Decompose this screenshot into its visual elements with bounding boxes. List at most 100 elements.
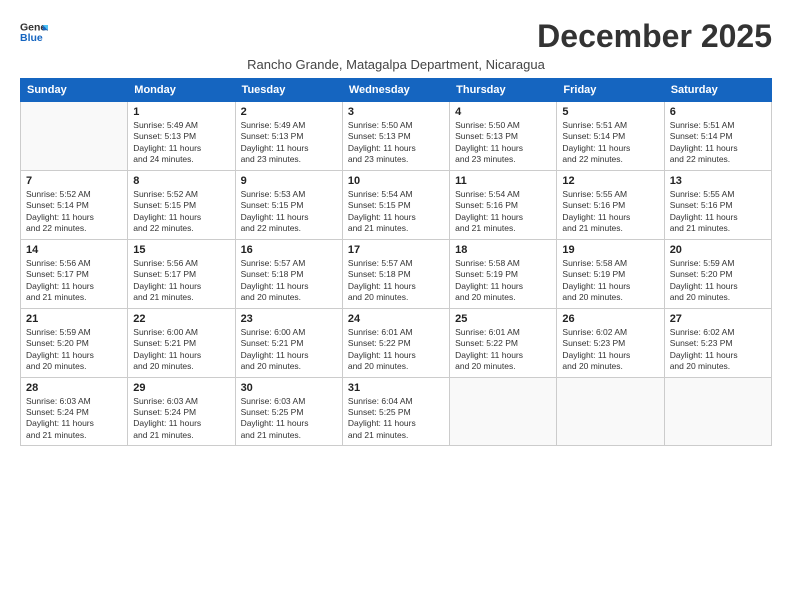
day-number: 29 bbox=[133, 382, 229, 394]
day-info: Sunrise: 6:01 AM Sunset: 5:22 PM Dayligh… bbox=[348, 327, 444, 373]
calendar-cell: 20Sunrise: 5:59 AM Sunset: 5:20 PM Dayli… bbox=[664, 239, 771, 308]
calendar-cell: 10Sunrise: 5:54 AM Sunset: 5:15 PM Dayli… bbox=[342, 170, 449, 239]
header: General Blue December 2025 bbox=[20, 18, 772, 55]
day-info: Sunrise: 6:01 AM Sunset: 5:22 PM Dayligh… bbox=[455, 327, 551, 373]
calendar-cell bbox=[21, 102, 128, 171]
day-info: Sunrise: 6:03 AM Sunset: 5:24 PM Dayligh… bbox=[26, 396, 122, 442]
calendar: Sunday Monday Tuesday Wednesday Thursday… bbox=[20, 78, 772, 446]
calendar-week-3: 14 Sunrise: 5:56 AM Sunset: 5:17 PM Dayli… bbox=[21, 239, 772, 308]
day-info: Sunrise: 5:50 AM Sunset: 5:13 PM Dayligh… bbox=[348, 120, 444, 166]
calendar-cell: 4 Sunrise: 5:50 AM Sunset: 5:13 PM Daylig… bbox=[450, 102, 557, 171]
day-number: 21 bbox=[26, 313, 122, 325]
day-info: Sunrise: 5:53 AM Sunset: 5:15 PM Dayligh… bbox=[241, 189, 337, 235]
day-number: 18 bbox=[455, 244, 551, 256]
day-info: Sunrise: 5:49 AM Sunset: 5:13 PM Dayligh… bbox=[133, 120, 229, 166]
calendar-cell: 5 Sunrise: 5:51 AM Sunset: 5:14 PM Daylig… bbox=[557, 102, 664, 171]
calendar-cell: 31 Sunrise: 6:04 AM Sunset: 5:25 PM Dayli… bbox=[342, 377, 449, 446]
day-number: 30 bbox=[241, 382, 337, 394]
day-number: 22 bbox=[133, 313, 229, 325]
logo: General Blue bbox=[20, 18, 48, 46]
day-info: Sunrise: 5:51 AM Sunset: 5:14 PM Dayligh… bbox=[670, 120, 766, 166]
calendar-cell: 13 Sunrise: 5:55 AM Sunset: 5:16 PM Dayli… bbox=[664, 170, 771, 239]
day-number: 20 bbox=[670, 244, 766, 256]
calendar-week-4: 21 Sunrise: 5:59 AM Sunset: 5:20 PM Dayli… bbox=[21, 308, 772, 377]
col-thursday: Thursday bbox=[450, 79, 557, 102]
calendar-cell: 15 Sunrise: 5:56 AM Sunset: 5:17 PM Dayli… bbox=[128, 239, 235, 308]
day-info: Sunrise: 5:52 AM Sunset: 5:14 PM Dayligh… bbox=[26, 189, 122, 235]
calendar-cell: 11 Sunrise: 5:54 AM Sunset: 5:16 PM Dayli… bbox=[450, 170, 557, 239]
calendar-cell: 26 Sunrise: 6:02 AM Sunset: 5:23 PM Dayli… bbox=[557, 308, 664, 377]
day-info: Sunrise: 5:55 AM Sunset: 5:16 PM Dayligh… bbox=[670, 189, 766, 235]
day-number: 27 bbox=[670, 313, 766, 325]
day-info: Sunrise: 6:03 AM Sunset: 5:24 PM Dayligh… bbox=[133, 396, 229, 442]
calendar-cell: 25 Sunrise: 6:01 AM Sunset: 5:22 PM Dayli… bbox=[450, 308, 557, 377]
day-info: Sunrise: 5:54 AM Sunset: 5:16 PM Dayligh… bbox=[455, 189, 551, 235]
day-number: 4 bbox=[455, 106, 551, 118]
day-number: 14 bbox=[26, 244, 122, 256]
day-number: 8 bbox=[133, 175, 229, 187]
calendar-cell: 24 Sunrise: 6:01 AM Sunset: 5:22 PM Dayli… bbox=[342, 308, 449, 377]
month-title: December 2025 bbox=[537, 18, 772, 55]
day-info: Sunrise: 6:03 AM Sunset: 5:25 PM Dayligh… bbox=[241, 396, 337, 442]
day-number: 12 bbox=[562, 175, 658, 187]
day-info: Sunrise: 5:58 AM Sunset: 5:19 PM Dayligh… bbox=[455, 258, 551, 304]
day-number: 5 bbox=[562, 106, 658, 118]
day-info: Sunrise: 6:02 AM Sunset: 5:23 PM Dayligh… bbox=[562, 327, 658, 373]
day-info: Sunrise: 5:52 AM Sunset: 5:15 PM Dayligh… bbox=[133, 189, 229, 235]
calendar-cell bbox=[557, 377, 664, 446]
day-info: Sunrise: 5:54 AM Sunset: 5:15 PM Dayligh… bbox=[348, 189, 444, 235]
calendar-cell: 14Sunrise: 5:56 AM Sunset: 5:17 PM Dayli… bbox=[21, 239, 128, 308]
day-number: 9 bbox=[241, 175, 337, 187]
day-number: 6 bbox=[670, 106, 766, 118]
day-info: Sunrise: 5:49 AM Sunset: 5:13 PM Dayligh… bbox=[241, 120, 337, 166]
day-info: Sunrise: 6:04 AM Sunset: 5:25 PM Dayligh… bbox=[348, 396, 444, 442]
day-number: 16 bbox=[241, 244, 337, 256]
day-number: 26 bbox=[562, 313, 658, 325]
subtitle: Rancho Grande, Matagalpa Department, Nic… bbox=[20, 57, 772, 72]
calendar-cell: 17Sunrise: 5:57 AM Sunset: 5:18 PM Dayli… bbox=[342, 239, 449, 308]
calendar-week-5: 28 Sunrise: 6:03 AM Sunset: 5:24 PM Dayli… bbox=[21, 377, 772, 446]
calendar-cell: 21 Sunrise: 5:59 AM Sunset: 5:20 PM Dayli… bbox=[21, 308, 128, 377]
calendar-cell: 9 Sunrise: 5:53 AM Sunset: 5:15 PM Daylig… bbox=[235, 170, 342, 239]
calendar-cell: 12Sunrise: 5:55 AM Sunset: 5:16 PM Dayli… bbox=[557, 170, 664, 239]
day-info: Sunrise: 6:00 AM Sunset: 5:21 PM Dayligh… bbox=[133, 327, 229, 373]
calendar-cell: 19Sunrise: 5:58 AM Sunset: 5:19 PM Dayli… bbox=[557, 239, 664, 308]
day-number: 31 bbox=[348, 382, 444, 394]
day-number: 17 bbox=[348, 244, 444, 256]
day-number: 7 bbox=[26, 175, 122, 187]
calendar-cell bbox=[450, 377, 557, 446]
calendar-cell: 30 Sunrise: 6:03 AM Sunset: 5:25 PM Dayli… bbox=[235, 377, 342, 446]
day-number: 15 bbox=[133, 244, 229, 256]
day-info: Sunrise: 6:00 AM Sunset: 5:21 PM Dayligh… bbox=[241, 327, 337, 373]
day-number: 25 bbox=[455, 313, 551, 325]
calendar-cell bbox=[664, 377, 771, 446]
day-info: Sunrise: 6:02 AM Sunset: 5:23 PM Dayligh… bbox=[670, 327, 766, 373]
day-number: 11 bbox=[455, 175, 551, 187]
day-number: 23 bbox=[241, 313, 337, 325]
svg-text:Blue: Blue bbox=[20, 32, 43, 44]
day-number: 24 bbox=[348, 313, 444, 325]
calendar-cell: 29 Sunrise: 6:03 AM Sunset: 5:24 PM Dayli… bbox=[128, 377, 235, 446]
col-sunday: Sunday bbox=[21, 79, 128, 102]
day-info: Sunrise: 5:56 AM Sunset: 5:17 PM Dayligh… bbox=[133, 258, 229, 304]
calendar-cell: 1Sunrise: 5:49 AM Sunset: 5:13 PM Daylig… bbox=[128, 102, 235, 171]
col-saturday: Saturday bbox=[664, 79, 771, 102]
calendar-header-row: Sunday Monday Tuesday Wednesday Thursday… bbox=[21, 79, 772, 102]
day-number: 13 bbox=[670, 175, 766, 187]
day-info: Sunrise: 5:58 AM Sunset: 5:19 PM Dayligh… bbox=[562, 258, 658, 304]
logo-icon: General Blue bbox=[20, 18, 48, 46]
page: General Blue December 2025 Rancho Grande… bbox=[0, 0, 792, 612]
calendar-cell: 23 Sunrise: 6:00 AM Sunset: 5:21 PM Dayli… bbox=[235, 308, 342, 377]
col-monday: Monday bbox=[128, 79, 235, 102]
calendar-cell: 16Sunrise: 5:57 AM Sunset: 5:18 PM Dayli… bbox=[235, 239, 342, 308]
day-number: 2 bbox=[241, 106, 337, 118]
col-wednesday: Wednesday bbox=[342, 79, 449, 102]
day-info: Sunrise: 5:51 AM Sunset: 5:14 PM Dayligh… bbox=[562, 120, 658, 166]
col-tuesday: Tuesday bbox=[235, 79, 342, 102]
calendar-cell: 2 Sunrise: 5:49 AM Sunset: 5:13 PM Daylig… bbox=[235, 102, 342, 171]
day-number: 28 bbox=[26, 382, 122, 394]
calendar-week-1: 1Sunrise: 5:49 AM Sunset: 5:13 PM Daylig… bbox=[21, 102, 772, 171]
day-info: Sunrise: 5:59 AM Sunset: 5:20 PM Dayligh… bbox=[26, 327, 122, 373]
day-info: Sunrise: 5:50 AM Sunset: 5:13 PM Dayligh… bbox=[455, 120, 551, 166]
calendar-cell: 3Sunrise: 5:50 AM Sunset: 5:13 PM Daylig… bbox=[342, 102, 449, 171]
